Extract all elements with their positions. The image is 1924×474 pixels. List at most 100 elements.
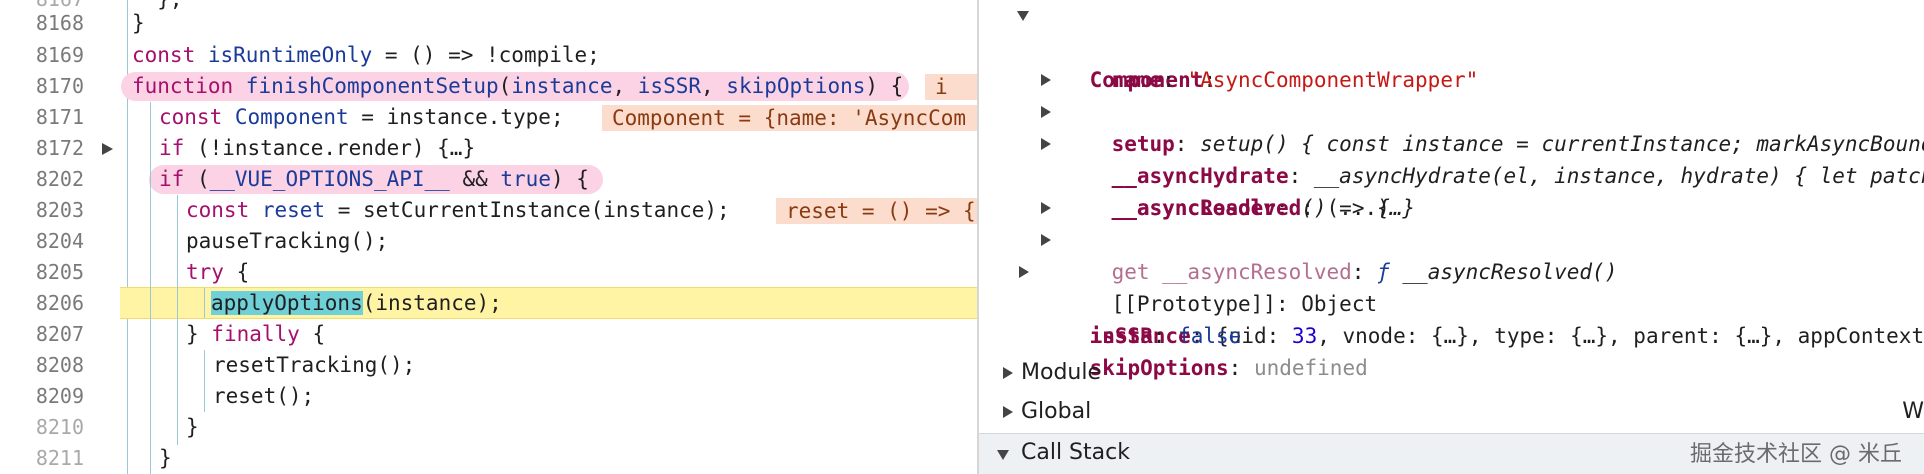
expand-right-icon[interactable] xyxy=(1041,74,1051,86)
section-value: W xyxy=(1902,399,1924,424)
code-line: try { xyxy=(186,257,977,288)
identifier[interactable]: Component xyxy=(235,105,349,129)
code-line: } xyxy=(159,443,977,474)
keyword: if xyxy=(159,167,185,191)
code-line: function finishComponentSetup(instance, … xyxy=(132,71,977,102)
expand-right-icon[interactable] xyxy=(1041,234,1051,246)
expand-right-icon[interactable] xyxy=(1041,202,1051,214)
line-number[interactable]: 8206 xyxy=(0,288,84,319)
code-text: , xyxy=(612,74,638,98)
scope-row-async-resolved[interactable]: __asyncResolved: (...) xyxy=(1061,160,1390,220)
scope-section-global[interactable]: Global W xyxy=(979,393,1924,431)
line-number[interactable]: 8203 xyxy=(0,195,84,226)
code-text: && xyxy=(449,167,501,191)
code-text: resetTracking(); xyxy=(213,353,416,377)
scope-row-isssr[interactable]: isSSR: false xyxy=(1039,288,1242,348)
keyword: if xyxy=(159,136,185,160)
identifier[interactable]: instance xyxy=(511,74,612,98)
gutter-border xyxy=(127,0,128,474)
line-number[interactable]: 8170 xyxy=(0,71,84,102)
keyword: finally xyxy=(211,322,300,346)
scope-row-getter[interactable]: get __asyncResolved: ƒ __asyncResolved() xyxy=(1041,192,1617,284)
identifier[interactable]: isSSR xyxy=(638,74,701,98)
inline-value: i xyxy=(925,74,977,100)
keyword: const xyxy=(159,105,235,129)
expand-down-icon[interactable] xyxy=(997,450,1009,460)
code-text: } xyxy=(186,415,199,439)
literal: true xyxy=(500,167,551,191)
code-text: = () => !compile; xyxy=(372,43,600,67)
scope-row-async-hydrate[interactable]: __asyncHydrate: __asyncHydrate(el, insta… xyxy=(1041,96,1924,188)
line-number[interactable]: 8202 xyxy=(0,164,84,195)
line-number[interactable]: 8205 xyxy=(0,257,84,288)
fold-expand-icon[interactable] xyxy=(100,133,114,164)
inline-value: reset = () => { xyxy=(776,198,977,224)
code-text: , xyxy=(701,74,727,98)
identifier[interactable]: __VUE_OPTIONS_API__ xyxy=(210,167,450,191)
line-number[interactable]: 8204 xyxy=(0,226,84,257)
code-line: const isRuntimeOnly = () => !compile; xyxy=(132,40,977,71)
line-number[interactable]: 8169 xyxy=(0,40,84,71)
code-line: applyOptions(instance); xyxy=(211,288,977,319)
scope-row-name[interactable]: name: "AsyncComponentWrapper" xyxy=(1061,32,1479,92)
line-number[interactable]: 8208 xyxy=(0,350,84,381)
scope-row-setup[interactable]: setup: setup() { const instance = curren… xyxy=(1041,64,1924,156)
inline-value: Component = {name: 'AsyncCom xyxy=(602,105,977,131)
code-text: } xyxy=(132,11,145,35)
indent-guide xyxy=(177,195,178,445)
scope-panel: Component: name: "AsyncComponentWrapper"… xyxy=(979,0,1924,474)
code-text: { xyxy=(223,260,250,284)
identifier[interactable]: reset xyxy=(262,198,325,222)
code-line: resetTracking(); xyxy=(213,350,977,381)
section-label: Module xyxy=(1021,360,1101,385)
keyword: function xyxy=(132,74,246,98)
line-number[interactable]: 8211 xyxy=(0,443,84,474)
code-line: pauseTracking(); xyxy=(186,226,977,257)
line-number[interactable]: 8171 xyxy=(0,102,84,133)
code-text: = setCurrentInstance(instance); xyxy=(325,198,730,222)
scope-row-skipoptions[interactable]: skipOptions: undefined xyxy=(1039,320,1368,380)
code-line: if (!instance.render) {…} xyxy=(159,133,977,164)
section-label: Global xyxy=(1021,399,1092,424)
code-text: = instance.type; xyxy=(348,105,564,129)
watermark-text: 掘金技术社区 @ 米丘 xyxy=(1690,442,1902,467)
scope-row-async-loader[interactable]: __asyncLoader: () => {…} xyxy=(1041,128,1415,220)
property-value: , vnode: {…}, type: {…}, parent: {…}, ap… xyxy=(1317,324,1924,348)
identifier[interactable]: isRuntimeOnly xyxy=(208,43,372,67)
code-text: } xyxy=(159,446,172,470)
keyword: try xyxy=(186,260,224,284)
expand-right-icon[interactable] xyxy=(1041,138,1051,150)
identifier[interactable]: finishComponentSetup xyxy=(246,74,499,98)
code-text: (instance); xyxy=(362,291,502,315)
scope-row-prototype[interactable]: [[Prototype]]: Object xyxy=(1041,224,1377,316)
line-number[interactable]: 8209 xyxy=(0,381,84,412)
indent-guide xyxy=(204,350,205,412)
scope-row-component[interactable]: Component: xyxy=(1017,0,1216,92)
code-text: ) { xyxy=(550,167,589,191)
identifier[interactable]: skipOptions xyxy=(726,74,865,98)
keyword: const xyxy=(132,43,208,67)
expand-right-icon[interactable] xyxy=(1019,266,1029,278)
expand-right-icon[interactable] xyxy=(1003,406,1013,418)
selected-token[interactable]: applyOptions xyxy=(211,291,363,315)
line-number[interactable]: 8210 xyxy=(0,412,84,443)
code-line: reset(); xyxy=(213,381,977,412)
code-line: } xyxy=(132,8,977,39)
code-text: } xyxy=(186,322,212,346)
line-number[interactable]: 8207 xyxy=(0,319,84,350)
property-value: __asyncHydrate(el, instance, hydrate) { … xyxy=(1313,164,1924,188)
code-text: ( xyxy=(184,167,210,191)
line-number[interactable]: 8168 xyxy=(0,8,84,39)
indent-guide xyxy=(150,102,151,474)
keyword: const xyxy=(186,198,262,222)
section-label: Call Stack xyxy=(1021,440,1130,465)
scope-section-module[interactable]: Module xyxy=(979,354,1924,392)
scope-row-instance[interactable]: instance: {uid: 33, vnode: {…}, type: {…… xyxy=(1019,256,1924,348)
code-text: ( xyxy=(498,74,512,98)
expand-right-icon[interactable] xyxy=(1003,367,1013,379)
code-line: if (__VUE_OPTIONS_API__ && true) { xyxy=(159,164,977,195)
code-text: { xyxy=(299,322,326,346)
expand-right-icon[interactable] xyxy=(1041,106,1051,118)
expand-down-icon[interactable] xyxy=(1017,11,1029,21)
line-number[interactable]: 8172 xyxy=(0,133,84,164)
